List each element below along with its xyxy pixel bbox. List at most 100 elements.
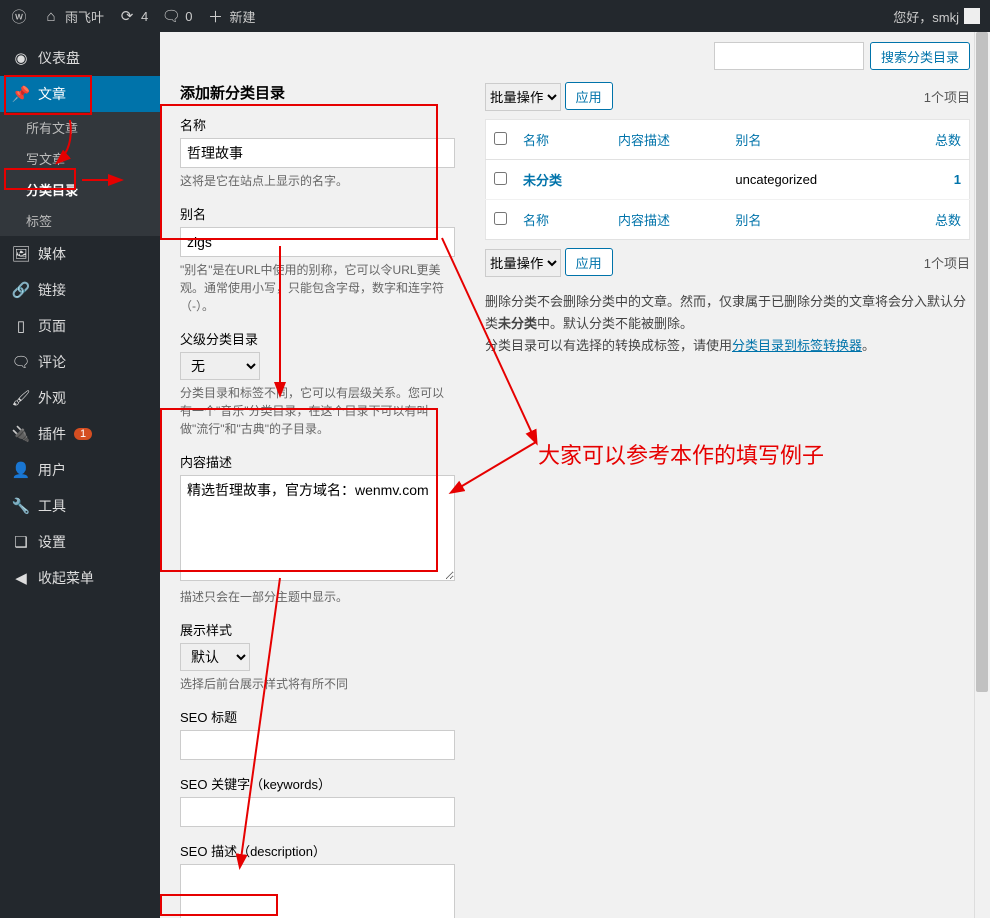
parent-help: 分类目录和标签不同，它可以有层级关系。您可以有一个"音乐"分类目录，在这个目录下… — [180, 384, 455, 438]
name-input[interactable] — [180, 138, 455, 168]
search-input[interactable] — [714, 42, 864, 70]
refresh-icon: ⟳ — [118, 7, 136, 25]
col-count-footer[interactable]: 总数 — [896, 200, 969, 240]
new-link[interactable]: ＋ 新建 — [206, 7, 255, 26]
updates-link[interactable]: ⟳4 — [118, 7, 148, 25]
footer-notes: 删除分类不会删除分类中的文章。然而，仅隶属于已删除分类的文章将会分入默认分类未分… — [485, 291, 970, 357]
sidebar-item-appearance[interactable]: 🖌外观 — [0, 380, 160, 416]
seo-title-label: SEO 标题 — [180, 707, 455, 726]
content-area: 分类目录 搜索分类目录 添加新分类目录 名称 这将是它在站点上显示的名字。 别名… — [160, 32, 990, 918]
sidebar-item-tags[interactable]: 标签 — [0, 205, 160, 236]
comments-count: 0 — [185, 9, 192, 24]
comments-link[interactable]: 🗨0 — [162, 7, 192, 25]
greeting-text: 您好，smkj — [893, 7, 959, 26]
sidebar-item-posts[interactable]: 📌文章 — [0, 76, 160, 112]
sidebar-item-settings[interactable]: ❑设置 — [0, 524, 160, 560]
bulk-apply-bottom-button[interactable]: 应用 — [565, 248, 613, 276]
item-count-top: 1个项目 — [924, 87, 970, 106]
sidebar-item-pages[interactable]: ▯页面 — [0, 308, 160, 344]
add-category-form: 添加新分类目录 名称 这将是它在站点上显示的名字。 别名 "别名"是在URL中使… — [180, 82, 455, 918]
name-label: 名称 — [180, 115, 455, 134]
comment-icon: 🗨 — [162, 7, 180, 25]
new-label: 新建 — [229, 7, 255, 26]
col-slug-footer[interactable]: 别名 — [727, 200, 896, 240]
name-help: 这将是它在站点上显示的名字。 — [180, 172, 455, 190]
site-home[interactable]: ⌂ 雨飞叶 — [42, 7, 104, 26]
posts-submenu: 所有文章 写文章 分类目录 标签 — [0, 112, 160, 236]
scrollbar-thumb[interactable] — [976, 32, 988, 692]
seo-desc-label: SEO 描述（description） — [180, 841, 455, 860]
display-select[interactable]: 默认 — [180, 643, 250, 671]
plug-icon: 🔌 — [12, 425, 30, 443]
sidebar-item-categories[interactable]: 分类目录 — [0, 174, 160, 205]
converter-link[interactable]: 分类目录到标签转换器 — [732, 338, 862, 353]
col-slug-header[interactable]: 别名 — [727, 120, 896, 160]
slug-label: 别名 — [180, 204, 455, 223]
row-desc — [610, 160, 727, 200]
annotation-callout: 大家可以参考本作的填写例子 — [538, 438, 824, 470]
wrench-icon: 🔧 — [12, 497, 30, 515]
search-button[interactable]: 搜索分类目录 — [870, 42, 970, 70]
wp-logo[interactable]: ⓦ — [10, 7, 28, 25]
page-icon: ▯ — [12, 317, 30, 335]
sidebar-item-new-post[interactable]: 写文章 — [0, 143, 160, 174]
dashboard-icon: ◉ — [12, 49, 30, 67]
sliders-icon: ❑ — [12, 533, 30, 551]
col-name-header[interactable]: 名称 — [515, 120, 610, 160]
seo-keywords-input[interactable] — [180, 797, 455, 827]
seo-keywords-label: SEO 关键字（keywords） — [180, 774, 455, 793]
sidebar-item-tools[interactable]: 🔧工具 — [0, 488, 160, 524]
display-help: 选择后前台展示样式将有所不同 — [180, 675, 455, 693]
col-name-footer[interactable]: 名称 — [515, 200, 610, 240]
sidebar-item-plugins[interactable]: 🔌插件1 — [0, 416, 160, 452]
sidebar-item-media[interactable]: 🖼媒体 — [0, 236, 160, 272]
plugins-count-badge: 1 — [74, 428, 92, 440]
sidebar-item-users[interactable]: 👤用户 — [0, 452, 160, 488]
bulk-apply-top-button[interactable]: 应用 — [565, 82, 613, 110]
seo-desc-textarea[interactable] — [180, 864, 455, 918]
item-count-bottom: 1个项目 — [924, 253, 970, 272]
page-scrollbar[interactable] — [974, 32, 990, 918]
sidebar-item-comments[interactable]: 🗨评论 — [0, 344, 160, 380]
admin-topbar: ⓦ ⌂雨飞叶 ⟳4 🗨0 ＋新建 您好，smkj — [0, 0, 990, 32]
plus-icon: ＋ — [206, 7, 224, 25]
wordpress-icon: ⓦ — [10, 7, 28, 25]
sidebar-item-dashboard[interactable]: ◉仪表盘 — [0, 40, 160, 76]
desc-textarea[interactable]: 精选哲理故事，官方域名：wenmv.com — [180, 475, 455, 581]
brush-icon: 🖌 — [12, 389, 30, 407]
col-count-header[interactable]: 总数 — [896, 120, 969, 160]
bulk-action-bottom-select[interactable]: 批量操作 — [485, 249, 561, 277]
sidebar-item-collapse[interactable]: ◀收起菜单 — [0, 560, 160, 596]
sidebar-item-links[interactable]: 🔗链接 — [0, 272, 160, 308]
users-icon: 👤 — [12, 461, 30, 479]
my-account[interactable]: 您好，smkj — [893, 7, 980, 26]
categories-table: 名称 内容描述 别名 总数 未分类 uncategorized 1 — [485, 119, 970, 240]
media-icon: 🖼 — [12, 245, 30, 263]
desc-help: 描述只会在一部分主题中显示。 — [180, 588, 455, 606]
home-icon: ⌂ — [42, 7, 60, 25]
slug-input[interactable] — [180, 227, 455, 257]
site-name: 雨飞叶 — [65, 7, 104, 26]
collapse-icon: ◀ — [12, 569, 30, 587]
link-icon: 🔗 — [12, 281, 30, 299]
form-title: 添加新分类目录 — [180, 82, 455, 103]
admin-sidebar: ◉仪表盘 📌文章 所有文章 写文章 分类目录 标签 🖼媒体 🔗链接 ▯页面 🗨评… — [0, 32, 160, 918]
select-all-bottom-checkbox[interactable] — [494, 212, 507, 225]
parent-select[interactable]: 无 — [180, 352, 260, 380]
select-all-top-checkbox[interactable] — [494, 132, 507, 145]
col-desc-header[interactable]: 内容描述 — [610, 120, 727, 160]
desc-label: 内容描述 — [180, 452, 455, 471]
row-slug: uncategorized — [727, 160, 896, 200]
slug-help: "别名"是在URL中使用的别称，它可以令URL更美观。通常使用小写，只能包含字母… — [180, 261, 455, 315]
col-desc-footer[interactable]: 内容描述 — [610, 200, 727, 240]
seo-title-input[interactable] — [180, 730, 455, 760]
pin-icon: 📌 — [12, 85, 30, 103]
row-count-link[interactable]: 1 — [954, 172, 961, 187]
sidebar-item-all-posts[interactable]: 所有文章 — [0, 112, 160, 143]
bulk-action-top-select[interactable]: 批量操作 — [485, 83, 561, 111]
row-checkbox[interactable] — [494, 172, 507, 185]
row-name-link[interactable]: 未分类 — [523, 173, 562, 188]
avatar — [964, 8, 980, 24]
table-row: 未分类 uncategorized 1 — [486, 160, 970, 200]
display-label: 展示样式 — [180, 620, 455, 639]
